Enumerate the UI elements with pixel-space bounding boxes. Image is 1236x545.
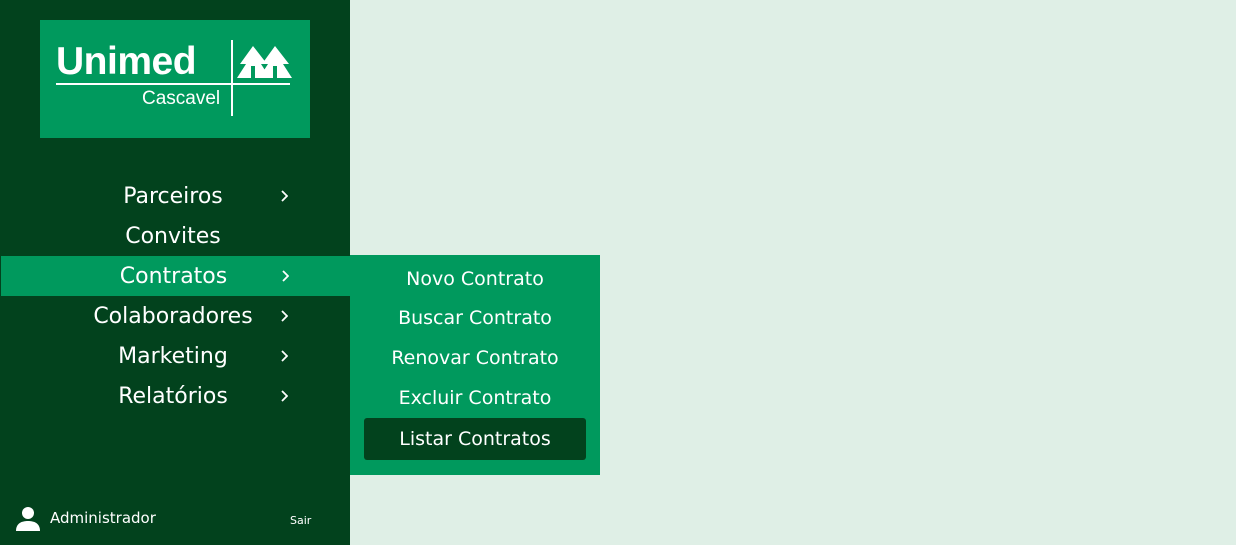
submenu-item-buscar-contrato[interactable]: Buscar Contrato bbox=[364, 298, 586, 338]
submenu-item-novo-contrato[interactable]: Novo Contrato bbox=[364, 259, 586, 299]
chevron-right-icon bbox=[281, 310, 288, 322]
sidebar-item-relatorios[interactable]: Relatórios bbox=[0, 376, 350, 416]
sidebar: Unimed Cascavel Parceiros Convites Contr… bbox=[0, 0, 350, 545]
chevron-right-icon bbox=[281, 390, 288, 402]
submenu-item-label: Buscar Contrato bbox=[398, 307, 552, 329]
submenu-item-excluir-contrato[interactable]: Excluir Contrato bbox=[364, 378, 586, 418]
user-icon bbox=[16, 507, 40, 531]
chevron-right-icon bbox=[281, 190, 288, 202]
submenu-item-label: Renovar Contrato bbox=[391, 347, 559, 369]
sidebar-item-label: Parceiros bbox=[123, 183, 223, 209]
sidebar-item-label: Colaboradores bbox=[93, 303, 253, 329]
user-name: Administrador bbox=[50, 509, 156, 527]
chevron-right-icon bbox=[281, 350, 288, 362]
submenu-item-label: Listar Contratos bbox=[399, 428, 551, 450]
sidebar-item-contratos[interactable]: Contratos bbox=[1, 256, 350, 296]
sidebar-item-parceiros[interactable]: Parceiros bbox=[0, 176, 350, 216]
user-info: Administrador bbox=[14, 504, 156, 532]
submenu-item-listar-contratos[interactable]: Listar Contratos bbox=[364, 418, 586, 460]
sidebar-item-convites[interactable]: Convites bbox=[0, 216, 350, 256]
submenu-item-label: Excluir Contrato bbox=[398, 387, 552, 409]
sidebar-item-label: Relatórios bbox=[118, 383, 228, 409]
logout-link[interactable]: Sair bbox=[290, 514, 311, 527]
brand-subtitle: Cascavel bbox=[142, 88, 221, 109]
brand-name: Unimed bbox=[56, 40, 197, 83]
sidebar-item-colaboradores[interactable]: Colaboradores bbox=[0, 296, 350, 336]
submenu-item-label: Novo Contrato bbox=[406, 268, 544, 290]
sidebar-item-marketing[interactable]: Marketing bbox=[0, 336, 350, 376]
sidebar-item-label: Marketing bbox=[118, 343, 228, 369]
chevron-right-icon bbox=[282, 270, 289, 282]
submenu-item-renovar-contrato[interactable]: Renovar Contrato bbox=[364, 338, 586, 378]
main-menu: Parceiros Convites Contratos Colaborador… bbox=[0, 176, 350, 416]
contratos-submenu: Novo Contrato Buscar Contrato Renovar Co… bbox=[350, 255, 600, 475]
sidebar-item-label: Contratos bbox=[119, 263, 228, 289]
sidebar-item-label: Convites bbox=[125, 223, 221, 249]
brand-logo: Unimed Cascavel bbox=[40, 20, 310, 138]
